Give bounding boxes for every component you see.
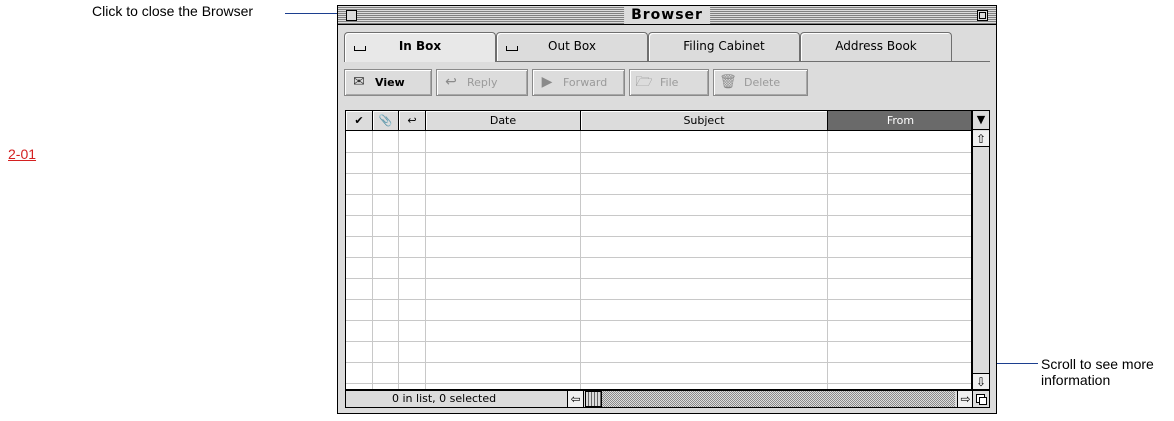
tab-in-box-label: In Box (398, 39, 442, 53)
vertical-scrollbar[interactable]: ▼ ⇧ ⇩ (972, 110, 990, 390)
delete-button[interactable]: 🗑 Delete (713, 69, 808, 96)
scroll-annotation-label: Scroll to see more information (1041, 356, 1154, 388)
scroll-right-arrow-icon[interactable]: ⇨ (957, 391, 973, 407)
row-divider (346, 320, 971, 321)
horizontal-scrollbar[interactable]: ⇦ ⇨ (567, 391, 973, 407)
scroll-down-arrow-icon[interactable]: ⇩ (973, 373, 989, 389)
row-divider (346, 236, 971, 237)
row-divider (346, 152, 971, 153)
window-title: Browser (624, 7, 710, 24)
tab-address-book-label: Address Book (835, 39, 917, 53)
view-button[interactable]: ✉ View (344, 69, 432, 96)
message-list[interactable]: ✔ 📎 ↩ Date Subject From (345, 110, 972, 390)
close-annotation-line (285, 13, 345, 14)
column-divider (372, 131, 373, 389)
mailbox-icon (354, 46, 366, 51)
tab-filing-cabinet-label: Filing Cabinet (683, 39, 765, 53)
tab-in-box[interactable]: In Box (344, 32, 496, 62)
view-message-icon: ✉ (353, 74, 365, 90)
column-header-read-check[interactable]: ✔ (346, 111, 373, 130)
reply-button[interactable]: ↩ Reply (436, 69, 528, 96)
view-button-label: View (375, 76, 405, 89)
scroll-left-arrow-icon[interactable]: ⇦ (568, 391, 584, 407)
tab-bar: In Box Out Box Filing Cabinet Address Bo… (344, 32, 990, 62)
column-divider (580, 131, 581, 389)
row-divider (346, 383, 971, 384)
title-bar[interactable]: Browser (338, 6, 996, 25)
tab-address-book[interactable]: Address Book (800, 32, 952, 61)
horizontal-scroll-thumb[interactable] (585, 391, 602, 407)
row-divider (346, 173, 971, 174)
tab-filing-cabinet[interactable]: Filing Cabinet (648, 32, 800, 61)
message-list-header: ✔ 📎 ↩ Date Subject From (346, 111, 971, 131)
browser-window: Browser In Box Out Box Filing Cabinet Ad… (337, 5, 997, 414)
close-box-icon[interactable] (346, 10, 357, 21)
message-count-status: 0 in list, 0 selected (392, 392, 497, 405)
delete-button-label: Delete (744, 76, 781, 89)
horizontal-scroll-track[interactable] (602, 391, 955, 407)
sort-direction-icon[interactable]: ▼ (973, 111, 989, 130)
mailbox-icon (506, 46, 518, 51)
column-divider (398, 131, 399, 389)
forward-button-label: Forward (563, 76, 608, 89)
row-divider (346, 299, 971, 300)
file-button[interactable]: 🗁 File (629, 69, 709, 96)
column-header-from[interactable]: From (828, 111, 971, 130)
row-divider (346, 215, 971, 216)
file-button-label: File (660, 76, 679, 89)
figure-link[interactable]: 2-01 (8, 146, 36, 162)
scroll-up-arrow-icon[interactable]: ⇧ (973, 131, 989, 147)
row-divider (346, 341, 971, 342)
column-header-replied[interactable]: ↩ (399, 111, 426, 130)
reply-arrow-icon: ↩ (445, 74, 457, 90)
column-header-subject[interactable]: Subject (581, 111, 828, 130)
tab-out-box[interactable]: Out Box (496, 32, 648, 61)
scroll-annotation-line2: information (1041, 372, 1111, 388)
reply-button-label: Reply (467, 76, 498, 89)
status-bar: 0 in list, 0 selected ⇦ ⇨ (345, 390, 990, 408)
row-divider (346, 278, 971, 279)
scroll-annotation-line1: Scroll to see more (1041, 356, 1154, 372)
row-divider (346, 362, 971, 363)
folder-icon: 🗁 (635, 74, 653, 90)
row-divider (346, 194, 971, 195)
trash-icon: 🗑 (719, 74, 737, 90)
column-header-attachment[interactable]: 📎 (373, 111, 399, 130)
column-divider (827, 131, 828, 389)
forward-arrow-icon: ▶ (541, 74, 553, 90)
column-divider (425, 131, 426, 389)
row-divider (346, 257, 971, 258)
toolbar: ✉ View ↩ Reply ▶ Forward 🗁 File 🗑 Delete (344, 69, 814, 96)
close-annotation-label: Click to close the Browser (92, 3, 254, 19)
column-header-date[interactable]: Date (426, 111, 581, 130)
tab-out-box-label: Out Box (548, 39, 596, 53)
forward-button[interactable]: ▶ Forward (532, 69, 625, 96)
zoom-box-icon[interactable] (977, 10, 988, 21)
resize-grow-box-icon[interactable] (972, 391, 989, 407)
